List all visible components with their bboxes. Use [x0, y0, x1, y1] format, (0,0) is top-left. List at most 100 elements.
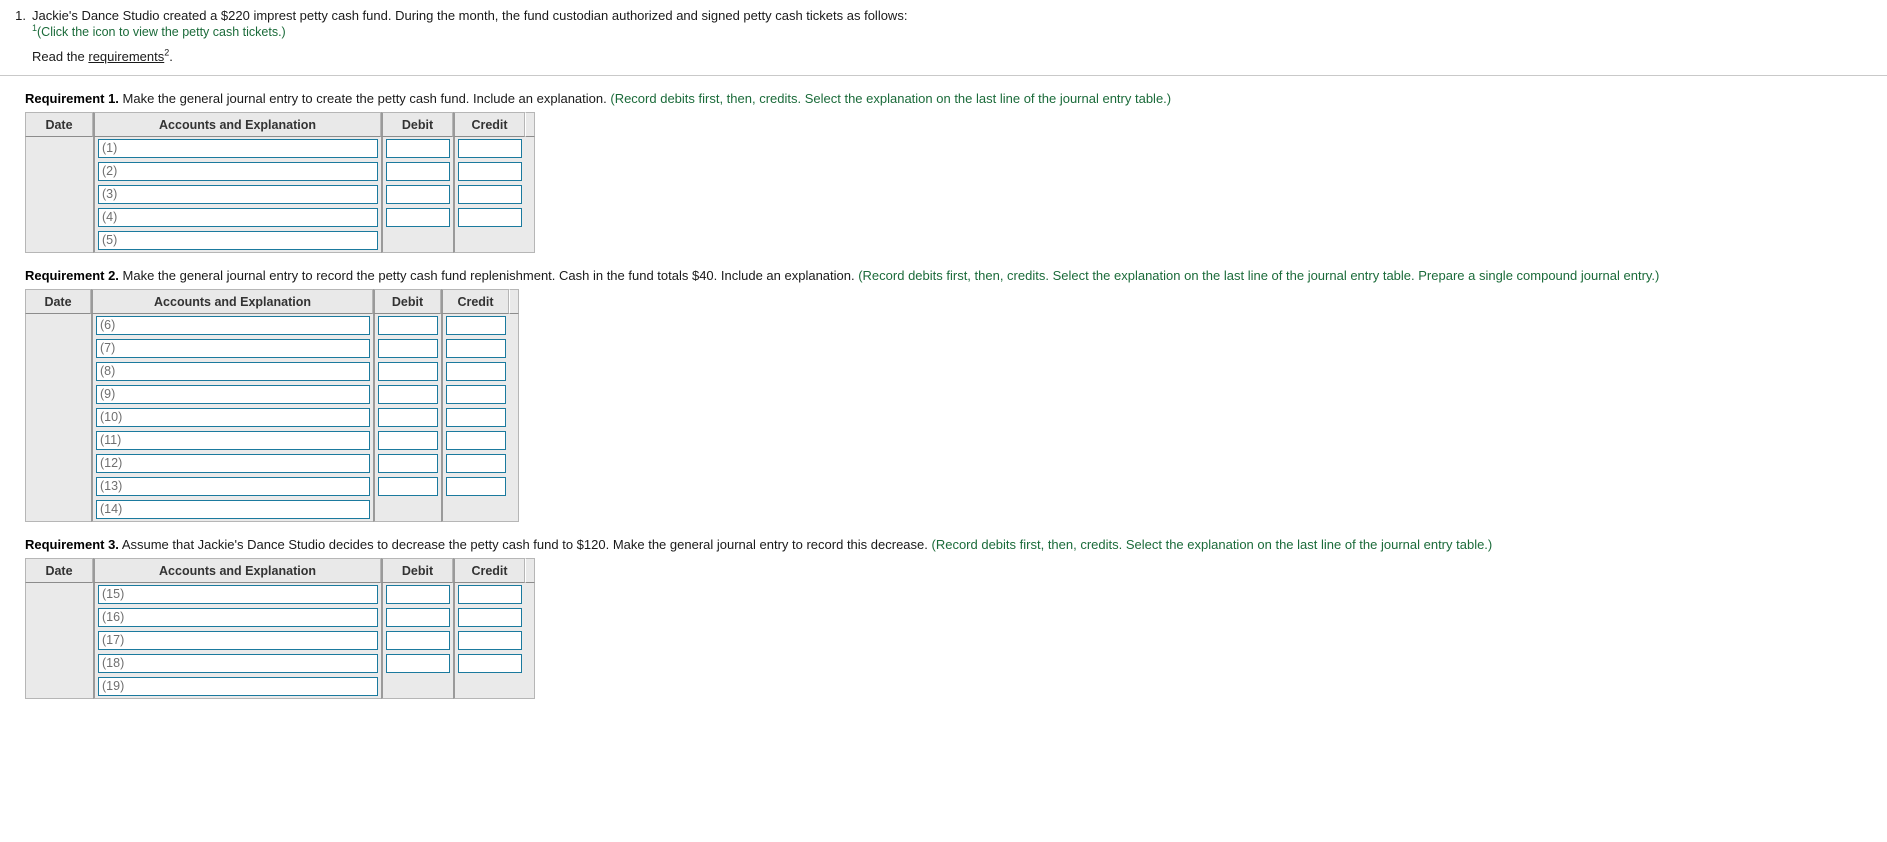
requirement-text: Make the general journal entry to record…: [118, 268, 859, 283]
account-input[interactable]: (15): [98, 585, 378, 604]
date-cell: [25, 475, 91, 498]
debit-input[interactable]: [386, 208, 450, 227]
table-row: (9): [25, 383, 519, 406]
date-cell: [25, 183, 93, 206]
account-input[interactable]: (14): [96, 500, 370, 519]
date-cell: [25, 206, 93, 229]
credit-input[interactable]: [458, 608, 522, 627]
account-input[interactable]: (13): [96, 477, 370, 496]
credit-input[interactable]: [458, 139, 522, 158]
account-input[interactable]: (2): [98, 162, 378, 181]
debit-cell: [381, 629, 453, 652]
credit-input[interactable]: [458, 185, 522, 204]
table-row: (2): [25, 160, 535, 183]
account-input[interactable]: (12): [96, 454, 370, 473]
debit-input[interactable]: [386, 162, 450, 181]
problem-body: Jackie's Dance Studio created a $220 imp…: [32, 7, 1887, 65]
account-input[interactable]: (16): [98, 608, 378, 627]
credit-input[interactable]: [446, 339, 506, 358]
row-end-spacer: [525, 137, 535, 160]
debit-cell: [373, 406, 441, 429]
credit-cell-empty: [453, 675, 525, 699]
debit-input[interactable]: [378, 316, 438, 335]
requirement-hint: (Record debits first, then, credits. Sel…: [610, 91, 1172, 106]
read-suffix-text: .: [169, 49, 173, 64]
debit-input[interactable]: [386, 139, 450, 158]
account-cell: (2): [93, 160, 381, 183]
debit-input[interactable]: [378, 477, 438, 496]
credit-input[interactable]: [446, 362, 506, 381]
debit-input[interactable]: [378, 362, 438, 381]
column-header-date: Date: [25, 289, 91, 314]
debit-input[interactable]: [386, 185, 450, 204]
credit-input[interactable]: [458, 585, 522, 604]
row-end-spacer: [509, 314, 519, 337]
account-cell: (14): [91, 498, 373, 522]
credit-input[interactable]: [458, 654, 522, 673]
account-input[interactable]: (4): [98, 208, 378, 227]
account-input[interactable]: (9): [96, 385, 370, 404]
account-input[interactable]: (11): [96, 431, 370, 450]
debit-cell: [381, 583, 453, 606]
date-cell: [25, 406, 91, 429]
debit-input[interactable]: [386, 631, 450, 650]
account-input[interactable]: (19): [98, 677, 378, 696]
debit-input[interactable]: [378, 408, 438, 427]
date-cell: [25, 229, 93, 253]
credit-input[interactable]: [458, 208, 522, 227]
account-input[interactable]: (10): [96, 408, 370, 427]
account-cell: (19): [93, 675, 381, 699]
date-cell: [25, 498, 91, 522]
date-cell: [25, 452, 91, 475]
column-header-accounts: Accounts and Explanation: [91, 289, 373, 314]
date-cell: [25, 652, 93, 675]
row-end-spacer: [525, 229, 535, 253]
debit-input[interactable]: [386, 585, 450, 604]
credit-input[interactable]: [446, 454, 506, 473]
credit-cell: [453, 160, 525, 183]
debit-input[interactable]: [378, 454, 438, 473]
account-input[interactable]: (17): [98, 631, 378, 650]
account-input[interactable]: (7): [96, 339, 370, 358]
credit-input[interactable]: [458, 631, 522, 650]
credit-input[interactable]: [446, 316, 506, 335]
column-header-accounts: Accounts and Explanation: [93, 112, 381, 137]
debit-input[interactable]: [378, 385, 438, 404]
debit-cell: [381, 606, 453, 629]
credit-cell: [453, 629, 525, 652]
table-row: (4): [25, 206, 535, 229]
date-cell: [25, 160, 93, 183]
account-input[interactable]: (5): [98, 231, 378, 250]
account-cell: (7): [91, 337, 373, 360]
account-input[interactable]: (18): [98, 654, 378, 673]
row-end-spacer: [509, 337, 519, 360]
click-icon-link[interactable]: 1(Click the icon to view the petty cash …: [32, 23, 1887, 40]
debit-input[interactable]: [386, 654, 450, 673]
account-input[interactable]: (8): [96, 362, 370, 381]
credit-cell-empty: [453, 229, 525, 253]
table-row: (7): [25, 337, 519, 360]
debit-input[interactable]: [378, 339, 438, 358]
debit-cell: [373, 429, 441, 452]
account-input[interactable]: (6): [96, 316, 370, 335]
table-row: (12): [25, 452, 519, 475]
debit-input[interactable]: [378, 431, 438, 450]
debit-input[interactable]: [386, 608, 450, 627]
section-divider: [0, 75, 1887, 76]
credit-input[interactable]: [446, 385, 506, 404]
credit-input[interactable]: [446, 408, 506, 427]
account-input[interactable]: (1): [98, 139, 378, 158]
row-end-spacer: [509, 475, 519, 498]
credit-input[interactable]: [446, 431, 506, 450]
account-input[interactable]: (3): [98, 185, 378, 204]
credit-input[interactable]: [458, 162, 522, 181]
column-header-accounts: Accounts and Explanation: [93, 558, 381, 583]
credit-cell: [453, 652, 525, 675]
credit-input[interactable]: [446, 477, 506, 496]
requirements-link[interactable]: requirements: [88, 49, 164, 64]
column-header-spacer: [525, 112, 535, 137]
table-row: (11): [25, 429, 519, 452]
date-cell: [25, 360, 91, 383]
credit-cell-empty: [441, 498, 509, 522]
debit-cell: [373, 360, 441, 383]
